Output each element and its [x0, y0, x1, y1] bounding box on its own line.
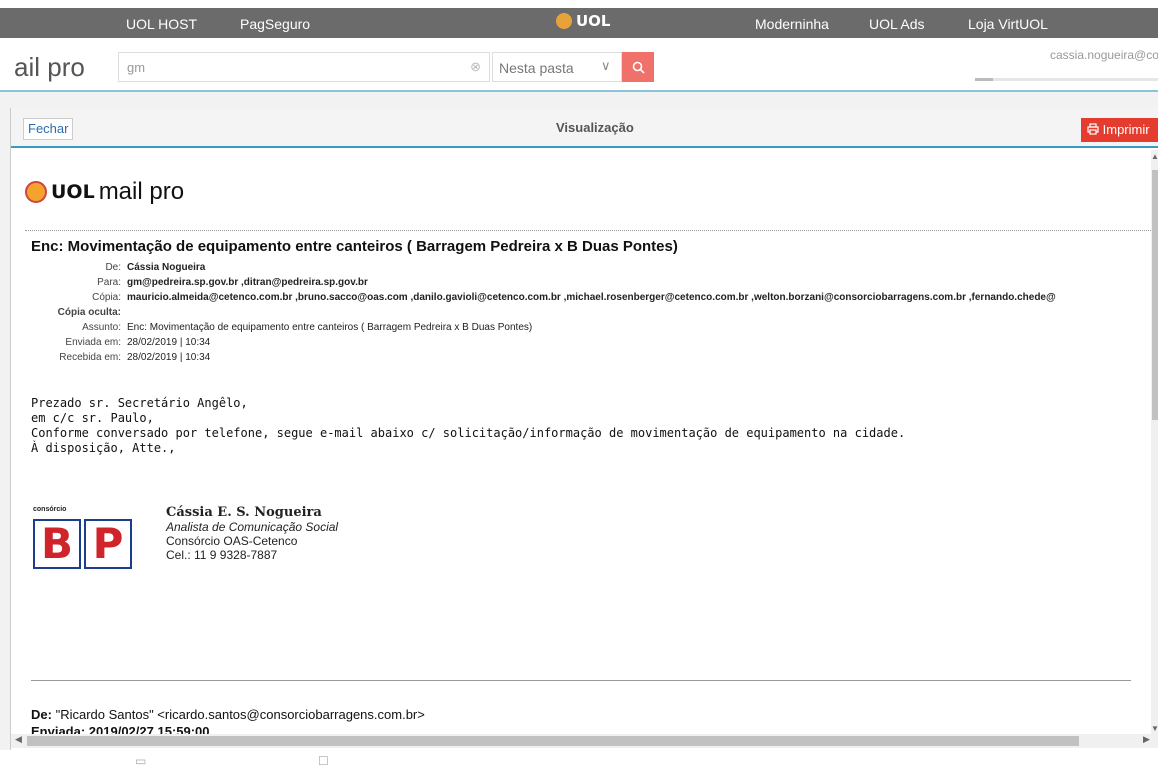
email-body: Prezado sr. Secretário Angêlo, em c/c sr.… — [31, 396, 905, 456]
preview-dialog: Fechar Visualização Imprimir UOL mail pr… — [10, 108, 1158, 750]
meta-label: Para: — [97, 277, 121, 288]
search-input[interactable] — [125, 59, 459, 76]
uol-logo-text: UOL — [576, 12, 611, 30]
meta-label: Enviada em: — [65, 337, 121, 348]
mail-pro-brand[interactable]: ail pro — [14, 52, 85, 83]
scroll-left-icon[interactable]: ◀ — [15, 734, 22, 745]
vertical-scrollbar[interactable]: ▲ ▼ — [1151, 150, 1158, 736]
uol-ball-icon — [25, 181, 47, 203]
dialog-header: Fechar Visualização Imprimir — [11, 108, 1158, 148]
meta-label: Recebida em: — [59, 352, 121, 363]
consorcio-bp-logo: consórcio B P — [33, 506, 137, 569]
search-icon — [632, 61, 645, 74]
uol-ball-icon — [556, 13, 572, 29]
print-button[interactable]: Imprimir — [1081, 118, 1158, 142]
nav-link-uol-ads[interactable]: UOL Ads — [869, 16, 925, 32]
signature-name: Cássia E. S. Nogueira — [166, 505, 322, 520]
logo-letter-b: B — [33, 519, 81, 569]
meta-label: Cópia oculta: — [57, 307, 121, 318]
body-line: À disposição, Atte., — [31, 441, 176, 455]
dotted-divider — [25, 230, 1151, 231]
body-line: Conforme conversado por telefone, segue … — [31, 426, 906, 440]
scroll-right-icon[interactable]: ▶ — [1143, 734, 1150, 745]
folder-scope-select[interactable]: Nesta pasta ∨ — [492, 52, 622, 82]
uol-logo[interactable]: UOL — [556, 12, 611, 30]
nav-link-pagseguro[interactable]: PagSeguro — [240, 16, 310, 32]
background-toolbar — [0, 92, 1158, 108]
scroll-down-icon[interactable]: ▼ — [1151, 724, 1158, 733]
meta-value-subject: Enc: Movimentação de equipamento entre c… — [127, 322, 533, 333]
uol-mail-pro-logo: UOL mail pro — [25, 178, 184, 206]
folder-scope-value: Nesta pasta — [499, 60, 574, 76]
nav-link-uol-host[interactable]: UOL HOST — [126, 16, 197, 32]
logo-caption: consórcio — [33, 506, 67, 513]
scroll-up-icon[interactable]: ▲ — [1151, 152, 1158, 161]
email-signature: Cássia E. S. Nogueira Analista de Comuni… — [166, 505, 339, 563]
clear-search-icon[interactable]: ⊗ — [470, 59, 481, 75]
logo-uol-text: UOL — [51, 181, 95, 203]
print-icon: ▭ — [135, 754, 147, 768]
forward-divider — [31, 680, 1131, 681]
logo-letter-p: P — [84, 519, 132, 569]
meta-value-sent: 28/02/2019 | 10:34 — [127, 337, 211, 348]
body-line: Prezado sr. Secretário Angêlo, — [31, 396, 248, 410]
meta-value-from: Cássia Nogueira — [127, 262, 206, 273]
dialog-title: Visualização — [556, 120, 634, 135]
search-button[interactable] — [622, 52, 654, 82]
forwarded-from: De: "Ricardo Santos" <ricardo.santos@con… — [31, 707, 425, 722]
meta-label: Cópia: — [92, 292, 121, 303]
meta-label: Assunto: — [82, 322, 121, 333]
signature-phone: Cel.: 11 9 9328-7887 — [166, 548, 278, 562]
quota-progress-bar — [975, 78, 1158, 81]
close-button[interactable]: Fechar — [23, 118, 74, 140]
horizontal-scrollbar[interactable]: ◀ ▶ — [11, 734, 1158, 748]
meta-label: De: — [105, 262, 121, 273]
meta-value-to: gm@pedreira.sp.gov.br ,ditran@pedreira.s… — [127, 277, 368, 288]
signature-company: Consórcio OAS-Cetenco — [166, 534, 298, 548]
forwarded-from-value: "Ricardo Santos" <ricardo.santos@consorc… — [55, 707, 425, 722]
meta-value-received: 28/02/2019 | 10:34 — [127, 352, 211, 363]
email-content: UOL mail pro Enc: Movimentação de equipa… — [11, 150, 1151, 735]
user-email[interactable]: cassia.nogueira@co — [1050, 48, 1158, 62]
nav-link-moderninha[interactable]: Moderninha — [755, 16, 829, 32]
checkbox-icon: ☐ — [318, 754, 329, 768]
horizontal-scroll-thumb[interactable] — [27, 736, 1079, 746]
print-button-label: Imprimir — [1102, 122, 1150, 137]
chevron-down-icon: ∨ — [601, 58, 611, 73]
mail-header: ail pro ⊗ Nesta pasta ∨ cassia.nogueira@… — [0, 38, 1158, 92]
forwarded-from-label: De: — [31, 707, 52, 722]
background-bottom-toolbar: ▭ ☐ — [0, 750, 1158, 774]
meta-value-cc: mauricio.almeida@cetenco.com.br ,bruno.s… — [127, 292, 1056, 303]
logo-mail-pro-text: mail pro — [98, 178, 185, 205]
background-sidebar — [0, 108, 10, 750]
vertical-scroll-thumb[interactable] — [1152, 170, 1158, 420]
nav-link-loja-virtuol[interactable]: Loja VirtUOL — [968, 16, 1048, 32]
printer-icon — [1087, 123, 1099, 135]
body-line: em c/c sr. Paulo, — [31, 411, 154, 425]
email-subject: Enc: Movimentação de equipamento entre c… — [31, 238, 678, 255]
signature-role: Analista de Comunicação Social — [166, 520, 339, 534]
top-nav-bar: UOL HOST PagSeguro UOL Moderninha UOL Ad… — [0, 8, 1158, 38]
quota-progress-fill — [975, 78, 994, 81]
search-box: ⊗ — [118, 52, 490, 82]
